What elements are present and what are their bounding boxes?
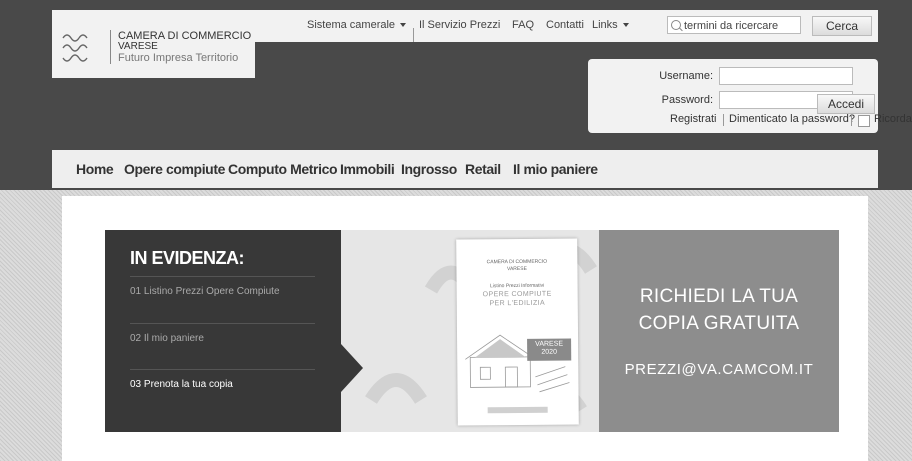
search-icon: [671, 20, 681, 30]
content-area: IN EVIDENZA: 01 Listino Prezzi Opere Com…: [62, 196, 868, 461]
logo-line2: VARESE: [118, 41, 158, 52]
main-navigation: Home Opere compiute Computo Metrico Immo…: [52, 150, 878, 188]
item-number: 03: [130, 379, 142, 390]
site-logo[interactable]: CAMERA DI COMMERCIO VARESE Futuro Impres…: [52, 10, 255, 78]
nav-sistema-camerale[interactable]: Sistema camerale: [307, 10, 407, 40]
cover-year: 2020: [541, 348, 557, 356]
house-illustration-icon: [465, 334, 570, 393]
register-link[interactable]: Registrati: [670, 113, 716, 125]
remember-label: Ricordami: [874, 113, 912, 125]
page-wrapper: CAMERA DI COMMERCIO VARESE Futuro Impres…: [52, 0, 912, 461]
login-divider: [851, 114, 852, 126]
logo-icon: [62, 34, 88, 62]
cover-org-line2: VARESE: [506, 265, 527, 273]
forgot-password-link[interactable]: Dimenticato la password?: [729, 113, 855, 125]
nav-divider: [413, 28, 414, 42]
menu-computo-metrico[interactable]: Computo Metrico: [228, 150, 338, 188]
search-input[interactable]: termini da ricercare: [667, 16, 801, 34]
password-label: Password:: [661, 94, 713, 106]
search-button[interactable]: Cerca: [812, 16, 872, 36]
cover-logos: [487, 406, 548, 414]
promo-panel[interactable]: RICHIEDI LA TUA COPIA GRATUITA PREZZI@VA…: [599, 230, 839, 432]
username-field[interactable]: [719, 67, 853, 85]
cover-badge: VARESE 2020: [527, 338, 572, 361]
nav-faq[interactable]: FAQ: [512, 10, 534, 40]
menu-opere-compiute[interactable]: Opere compiute: [124, 150, 225, 188]
nav-links-label: Links: [592, 19, 618, 31]
cover-title-line1: OPERE COMPIUTE: [482, 290, 552, 299]
cover-varese: VARESE: [535, 340, 564, 348]
nav-links[interactable]: Links: [592, 10, 629, 40]
chevron-down-icon: [400, 23, 407, 28]
evidenza-divider: [130, 276, 315, 277]
evidenza-panel: IN EVIDENZA: 01 Listino Prezzi Opere Com…: [105, 230, 341, 432]
logo-tagline: Futuro Impresa Territorio: [118, 52, 239, 64]
cover-title-line2: PER L'EDILIZIA: [489, 299, 546, 308]
menu-home[interactable]: Home: [76, 150, 114, 188]
item-number: 02: [130, 333, 142, 344]
nav-contatti[interactable]: Contatti: [546, 10, 584, 40]
selected-arrow: [341, 344, 363, 392]
menu-il-mio-paniere[interactable]: Il mio paniere: [513, 150, 598, 188]
cover-image-area: CAMERA DI COMMERCIO VARESE Listino Prezz…: [341, 230, 599, 432]
promo-line1: RICHIEDI LA TUA: [639, 286, 799, 307]
evidenza-title: IN EVIDENZA:: [130, 248, 245, 268]
remember-checkbox[interactable]: [858, 115, 870, 127]
menu-immobili[interactable]: Immobili: [340, 150, 395, 188]
nav-sistema-label: Sistema camerale: [307, 19, 396, 31]
evidenza-item-3[interactable]: 03 Prenota la tua copia: [130, 379, 233, 390]
item-label: Listino Prezzi Opere Compiute: [143, 286, 280, 297]
promo-line2: COPIA GRATUITA: [638, 313, 800, 334]
search-placeholder: termini da ricercare: [684, 20, 779, 32]
login-panel: Username: Password: Accedi Registrati Di…: [588, 59, 912, 133]
promo-email[interactable]: PREZZI@VA.CAMCOM.IT: [599, 361, 839, 378]
cover-org-line1: CAMERA DI COMMERCIO: [486, 258, 548, 266]
evidenza-item-2[interactable]: 02 Il mio paniere: [130, 333, 204, 344]
login-button[interactable]: Accedi: [817, 94, 875, 114]
login-divider: [723, 114, 724, 126]
item-label: Prenota la tua copia: [143, 379, 233, 390]
nav-servizio-prezzi[interactable]: Il Servizio Prezzi: [419, 10, 500, 40]
item-number: 01: [130, 286, 142, 297]
evidenza-item-1[interactable]: 01 Listino Prezzi Opere Compiute: [130, 286, 280, 297]
menu-ingrosso[interactable]: Ingrosso: [401, 150, 457, 188]
evidenza-divider: [130, 323, 315, 324]
menu-retail[interactable]: Retail: [465, 150, 501, 188]
item-label: Il mio paniere: [143, 333, 204, 344]
listino-cover[interactable]: CAMERA DI COMMERCIO VARESE Listino Prezz…: [456, 238, 579, 426]
logo-separator: [110, 30, 111, 64]
cover-listino: Listino Prezzi Informativi: [489, 282, 545, 290]
evidenza-divider: [130, 369, 315, 370]
chevron-down-icon: [622, 23, 629, 28]
username-label: Username:: [659, 70, 713, 82]
